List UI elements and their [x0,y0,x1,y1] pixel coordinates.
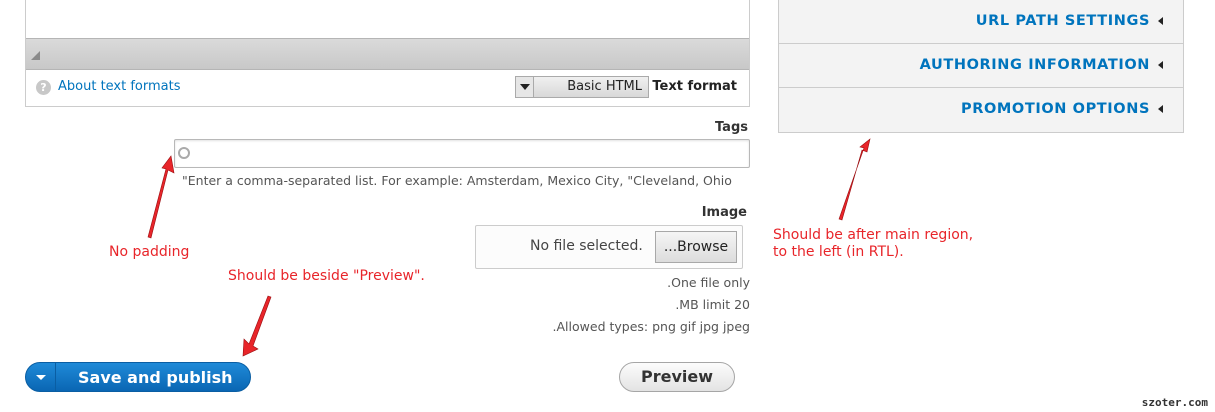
annotation-after-main-1: Should be after main region, [773,227,974,243]
annotation-no-padding: No padding [109,244,190,260]
watermark: szoter.com [1141,396,1208,409]
annotation-after-main-2: to the left (in RTL). [773,244,904,260]
annotation-beside-preview: Should be beside "Preview". [228,268,425,284]
arrow-beside-preview [242,295,272,357]
annotation-arrows [147,138,871,357]
arrow-after-main [838,138,871,221]
arrow-no-padding [147,155,175,239]
